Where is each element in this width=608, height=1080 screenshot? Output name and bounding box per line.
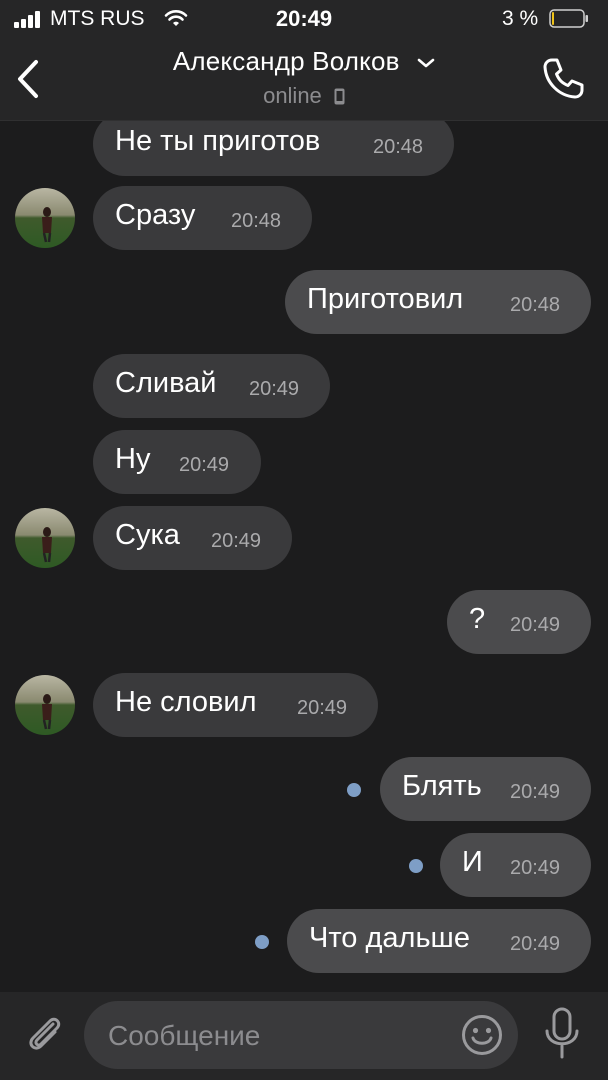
message-time: 20:49 [297,697,348,719]
battery-icon [549,9,588,28]
message-bubble[interactable]: Приготовил 20:48 [285,270,591,334]
message-bubble[interactable]: Сливай 20:49 [93,354,330,418]
unread-indicator [347,783,361,797]
contact-name-row: Александр Волков [120,46,488,77]
back-arrow-icon[interactable] [12,56,46,102]
message-text: Приготовил [307,283,464,315]
avatar-image [15,508,75,568]
message-time: 20:48 [510,294,561,316]
chevron-down-icon[interactable] [417,57,435,69]
message-bubble[interactable]: Не словил 20:49 [93,673,378,737]
message-text: И [462,846,483,878]
message-bubble[interactable]: И 20:49 [440,833,591,897]
message-time: 20:49 [510,781,561,803]
message-time: 20:48 [373,136,424,158]
message-time: 20:49 [510,933,561,955]
message-input-wrapper [84,1001,518,1071]
message-text: Сразу [115,199,196,231]
message-text: Не ты приготов [115,125,321,157]
message-bubble[interactable]: Блять 20:49 [380,757,591,821]
contact-avatar[interactable] [15,508,75,568]
microphone-icon[interactable] [540,1006,584,1062]
message-input[interactable] [106,1001,450,1071]
contact-avatar[interactable] [15,675,75,735]
message-bubble[interactable]: Сука 20:49 [93,506,292,570]
contact-name: Александр Волков [172,46,400,76]
message-time: 20:49 [249,378,300,400]
message-text: ? [469,603,486,635]
mobile-phone-icon [334,88,345,105]
call-icon[interactable] [540,56,586,102]
message-text: Сука [115,519,180,551]
message-bubble[interactable]: Не ты приготов 20:48 [93,121,454,176]
message-time: 20:48 [231,210,282,232]
unread-indicator [409,859,423,873]
avatar-image [15,675,75,735]
message-list[interactable]: Не ты приготов 20:48 Сразу 20:48 Пригото… [0,121,608,991]
contact-info[interactable]: Александр Волков online [120,46,488,109]
message-bubble[interactable]: Ну 20:49 [93,430,261,494]
message-text: Ну [115,443,151,475]
status-bar: MTS RUS 20:49 3 % [0,0,608,40]
battery-percent: 3 % [502,7,539,30]
contact-avatar[interactable] [15,188,75,248]
contact-status-row: online [120,83,488,109]
emoji-icon[interactable] [460,1013,504,1057]
message-bubble[interactable]: Что дальше 20:49 [287,909,591,973]
chat-header: Александр Волков online [0,40,608,121]
message-bubble[interactable]: ? 20:49 [447,590,591,654]
message-bubble[interactable]: Сразу 20:48 [93,186,312,250]
message-text: Не словил [115,686,257,718]
message-composer [0,992,608,1080]
unread-indicator [255,935,269,949]
message-time: 20:49 [510,857,561,879]
message-time: 20:49 [179,454,230,476]
chat-screen: MTS RUS 20:49 3 % Александр Волков onlin… [0,0,608,1080]
contact-status: online [263,83,322,108]
message-text: Блять [402,770,482,802]
avatar-image [15,188,75,248]
message-time: 20:49 [211,530,262,552]
paperclip-icon[interactable] [20,1010,66,1056]
message-text: Что дальше [309,922,470,954]
message-time: 20:49 [510,614,561,636]
message-text: Сливай [115,367,217,399]
